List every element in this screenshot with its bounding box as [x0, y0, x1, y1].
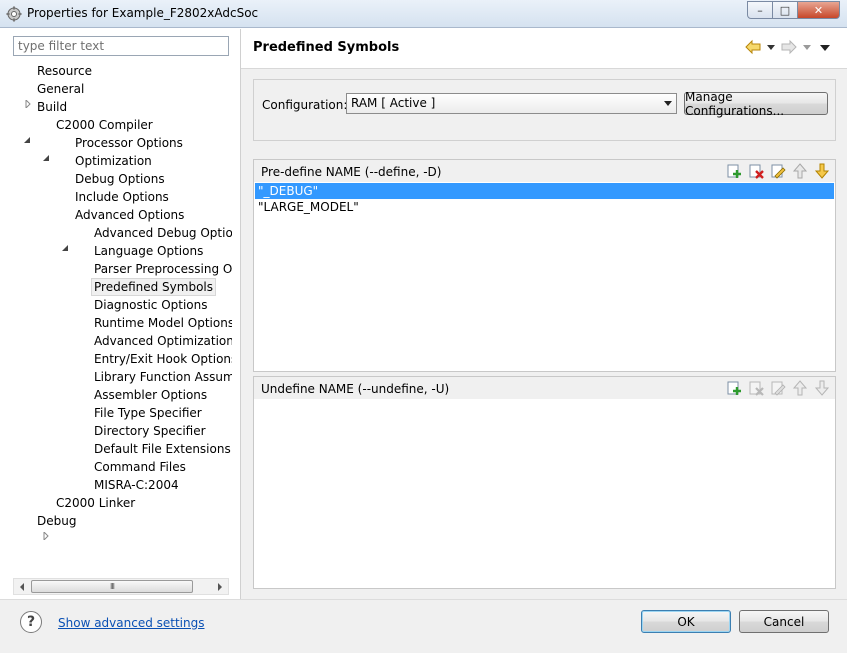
tree-item-library-function-assumptions[interactable]: Library Function Assumpt: [94, 368, 232, 386]
tree-item-command-files[interactable]: Command Files: [94, 458, 186, 476]
collapse-arrow-icon[interactable]: [23, 136, 31, 144]
tree-horizontal-scrollbar[interactable]: III: [13, 578, 229, 595]
back-arrow-icon[interactable]: [745, 39, 761, 55]
tree-item-processor-options[interactable]: Processor Options: [75, 134, 183, 152]
forward-menu-chevron-down-icon[interactable]: [799, 39, 815, 55]
undefine-header: Undefine NAME (--undefine, -U): [254, 377, 835, 399]
page-header: Predefined Symbols: [241, 29, 847, 69]
edit-icon[interactable]: [770, 380, 786, 396]
help-icon[interactable]: ?: [20, 611, 42, 633]
back-menu-chevron-down-icon[interactable]: [763, 39, 779, 55]
configuration-label: Configuration:: [262, 98, 348, 112]
scroll-left-button[interactable]: [14, 579, 30, 594]
move-down-icon[interactable]: [814, 163, 830, 179]
move-down-icon[interactable]: [814, 380, 830, 396]
chevron-down-icon: [664, 101, 672, 106]
tree-item-language-options[interactable]: Language Options: [94, 242, 203, 260]
undefine-toolbar: [726, 380, 830, 396]
edit-icon[interactable]: [770, 163, 786, 179]
tree-item-resource[interactable]: Resource: [37, 62, 92, 80]
title-bar: Properties for Example_F2802xAdcSoc – □ …: [0, 0, 847, 28]
dialog-footer: ? Show advanced settings OK Cancel: [0, 599, 847, 653]
close-icon: ✕: [813, 3, 824, 17]
configuration-section: Configuration: RAM [ Active ] Manage Con…: [253, 79, 836, 141]
view-menu-icon[interactable]: [817, 39, 833, 55]
configuration-select[interactable]: RAM [ Active ]: [346, 93, 677, 114]
tree-item-c2000-linker[interactable]: C2000 Linker: [56, 494, 135, 512]
expand-arrow-icon[interactable]: [42, 532, 50, 540]
collapse-arrow-icon[interactable]: [42, 154, 50, 162]
undefine-list[interactable]: [255, 400, 834, 587]
properties-gear-icon: [6, 6, 22, 22]
predefine-toolbar: [726, 163, 830, 179]
tree-item-default-file-extensions[interactable]: Default File Extensions: [94, 440, 231, 458]
maximize-button[interactable]: □: [773, 1, 798, 19]
navigation-pane: Resource General Build C2000 Compiler Pr…: [0, 29, 240, 599]
list-item[interactable]: "_DEBUG": [255, 183, 834, 199]
tree-item-misra-c-2004[interactable]: MISRA-C:2004: [94, 476, 179, 494]
tree-item-general[interactable]: General: [37, 80, 84, 98]
tree-item-assembler-options[interactable]: Assembler Options: [94, 386, 207, 404]
manage-configurations-button[interactable]: Manage Configurations...: [684, 90, 828, 118]
window-controls: – □ ✕: [747, 1, 840, 19]
collapse-arrow-icon[interactable]: [61, 244, 69, 252]
expand-arrow-icon[interactable]: [24, 100, 32, 108]
page-title: Predefined Symbols: [253, 40, 400, 55]
undefine-title: Undefine NAME (--undefine, -U): [261, 382, 450, 396]
cancel-button[interactable]: Cancel: [739, 610, 829, 633]
tree-item-c2000-compiler[interactable]: C2000 Compiler: [56, 116, 153, 134]
tree-item-directory-specifier[interactable]: Directory Specifier: [94, 422, 206, 440]
tree-item-include-options[interactable]: Include Options: [75, 188, 169, 206]
delete-icon[interactable]: [748, 163, 764, 179]
configuration-selected-value: RAM [ Active ]: [351, 96, 436, 110]
forward-arrow-icon[interactable]: [781, 39, 797, 55]
move-up-icon[interactable]: [792, 380, 808, 396]
tree-item-advanced-optimizations[interactable]: Advanced Optimizations: [94, 332, 232, 350]
tree-item-parser-preprocessing-options[interactable]: Parser Preprocessing Opti: [94, 260, 232, 278]
history-navigation: [745, 39, 833, 55]
minimize-icon: –: [757, 3, 763, 17]
tree-item-advanced-options[interactable]: Advanced Options: [75, 206, 184, 224]
tree-item-runtime-model-options[interactable]: Runtime Model Options: [94, 314, 232, 332]
help-glyph: ?: [26, 614, 36, 630]
tree-item-debug-options[interactable]: Debug Options: [75, 170, 165, 188]
tree-item-optimization[interactable]: Optimization: [75, 152, 152, 170]
scroll-right-button[interactable]: [212, 579, 228, 594]
tree-item-build[interactable]: Build: [37, 98, 67, 116]
tree-item-debug[interactable]: Debug: [37, 512, 76, 530]
predefine-title: Pre-define NAME (--define, -D): [261, 165, 442, 179]
scroll-thumb[interactable]: III: [31, 580, 193, 593]
scroll-left-icon: [20, 582, 24, 591]
predefine-list[interactable]: "_DEBUG" "LARGE_MODEL": [255, 183, 834, 370]
tree-item-entry-exit-hook-options[interactable]: Entry/Exit Hook Options: [94, 350, 232, 368]
undefine-symbols-group: Undefine NAME (--undefine, -U): [253, 376, 836, 589]
tree-item-predefined-symbols[interactable]: Predefined Symbols: [91, 278, 217, 296]
delete-icon[interactable]: [748, 380, 764, 396]
close-button[interactable]: ✕: [798, 1, 840, 19]
move-up-icon[interactable]: [792, 163, 808, 179]
scroll-grip-icon: III: [109, 582, 115, 591]
add-icon[interactable]: [726, 380, 742, 396]
tree-item-diagnostic-options[interactable]: Diagnostic Options: [94, 296, 208, 314]
ok-button[interactable]: OK: [641, 610, 731, 633]
show-advanced-settings-link[interactable]: Show advanced settings: [58, 616, 205, 630]
window-title: Properties for Example_F2802xAdcSoc: [27, 6, 259, 20]
filter-input[interactable]: [13, 36, 229, 56]
settings-pane: Predefined Symbols Configuration: RAM [ …: [241, 29, 847, 599]
predefine-header: Pre-define NAME (--define, -D): [254, 160, 835, 182]
list-item[interactable]: "LARGE_MODEL": [255, 199, 834, 215]
tree-item-file-type-specifier[interactable]: File Type Specifier: [94, 404, 202, 422]
minimize-button[interactable]: –: [747, 1, 773, 19]
maximize-icon: □: [779, 3, 791, 17]
tree-item-advanced-debug-options[interactable]: Advanced Debug Options: [94, 224, 232, 242]
predefine-symbols-group: Pre-define NAME (--define, -D) "_DEBUG" …: [253, 159, 836, 372]
add-icon[interactable]: [726, 163, 742, 179]
properties-tree: Resource General Build C2000 Compiler Pr…: [0, 62, 232, 572]
scroll-right-icon: [218, 582, 222, 591]
